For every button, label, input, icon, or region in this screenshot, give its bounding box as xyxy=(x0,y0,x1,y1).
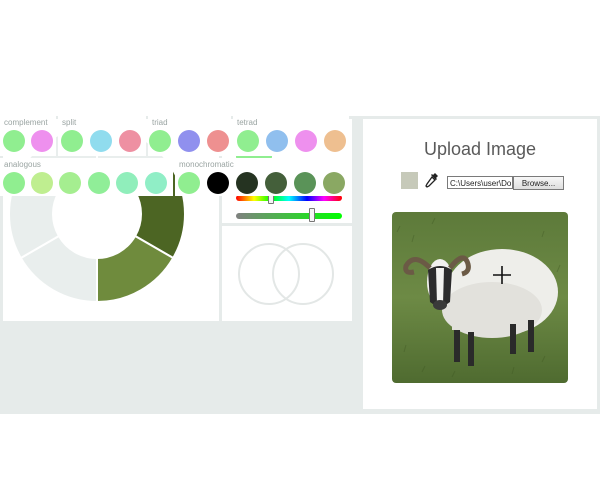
scheme-swatch[interactable] xyxy=(61,130,83,152)
upload-title: Upload Image xyxy=(423,139,537,159)
scheme-swatch[interactable] xyxy=(59,172,81,194)
color-scheme-app: #90ee90 complement split tr xyxy=(0,116,600,414)
scheme-analogous: analogous xyxy=(0,158,173,196)
scheme-swatch[interactable] xyxy=(265,172,287,194)
scheme-split: split xyxy=(58,116,146,156)
scheme-label: triad xyxy=(152,118,168,127)
scheme-complement: complement xyxy=(0,116,56,156)
scheme-swatch[interactable] xyxy=(178,172,200,194)
scheme-swatch[interactable] xyxy=(90,130,112,152)
venn-circles-icon xyxy=(238,243,334,305)
upload-panel: Upload Image C:\Users\user\Do Browse... xyxy=(363,119,597,409)
browse-button[interactable]: Browse... xyxy=(513,176,564,190)
saturation-slider-handle[interactable] xyxy=(309,208,316,222)
scheme-swatch[interactable] xyxy=(324,130,346,152)
scheme-label: analogous xyxy=(4,160,41,169)
saturation-slider[interactable] xyxy=(236,208,342,222)
scheme-label: complement xyxy=(4,118,48,127)
scheme-swatch[interactable] xyxy=(88,172,110,194)
scheme-label: split xyxy=(62,118,77,127)
scheme-swatch[interactable] xyxy=(207,130,229,152)
scheme-monochromatic: monochromatic xyxy=(175,158,349,196)
scheme-swatch[interactable] xyxy=(3,130,25,152)
scheme-swatch[interactable] xyxy=(237,130,259,152)
scheme-swatch[interactable] xyxy=(119,130,141,152)
scheme-swatch[interactable] xyxy=(31,172,53,194)
scheme-triad: triad xyxy=(148,116,231,156)
scheme-swatch[interactable] xyxy=(31,130,53,152)
color-venn-panel xyxy=(222,226,352,321)
scheme-label: tetrad xyxy=(237,118,258,127)
scheme-swatch[interactable] xyxy=(145,172,167,194)
scheme-swatch[interactable] xyxy=(178,130,200,152)
scheme-swatch[interactable] xyxy=(323,172,345,194)
scheme-swatch[interactable] xyxy=(295,130,317,152)
uploaded-image[interactable] xyxy=(392,212,568,383)
scheme-label: monochromatic xyxy=(179,160,234,169)
scheme-swatch[interactable] xyxy=(116,172,138,194)
sheep-image[interactable] xyxy=(392,212,568,383)
scheme-swatch[interactable] xyxy=(149,130,171,152)
eyedropper-icon[interactable] xyxy=(425,172,439,189)
scheme-swatch[interactable] xyxy=(266,130,288,152)
scheme-swatch[interactable] xyxy=(236,172,258,194)
file-path-input[interactable]: C:\Users\user\Do xyxy=(447,176,513,189)
scheme-swatch[interactable] xyxy=(207,172,229,194)
picked-color-swatch xyxy=(401,172,418,189)
scheme-tetrad: tetrad xyxy=(233,116,349,156)
scheme-swatch[interactable] xyxy=(3,172,25,194)
scheme-swatch[interactable] xyxy=(294,172,316,194)
